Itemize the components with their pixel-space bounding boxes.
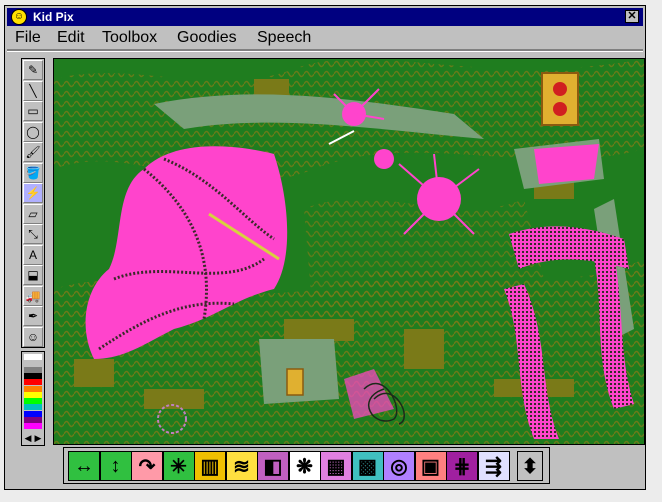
eyedropper-icon[interactable]: ✒ [23, 306, 43, 326]
menu-file[interactable]: File [15, 28, 41, 48]
eraser-icon[interactable]: ▱ [23, 203, 43, 224]
menu-separator [7, 49, 643, 52]
color-swatch[interactable] [24, 366, 42, 373]
menu-goodies[interactable]: Goodies [177, 28, 237, 48]
oval-icon[interactable]: ◯ [23, 121, 43, 142]
color-swatch[interactable] [24, 391, 42, 398]
alphabet-icon[interactable]: A [23, 244, 43, 265]
color-swatch[interactable] [24, 385, 42, 392]
spider-web-option[interactable]: ✳ [162, 451, 195, 481]
menu-toolbox[interactable]: Toolbox [102, 28, 157, 48]
pattern-option[interactable]: ◎ [383, 451, 415, 481]
close-button[interactable]: ✕ [625, 10, 639, 23]
rubber-stamp-icon[interactable]: ⬓ [23, 265, 43, 285]
color-swatch[interactable] [24, 404, 42, 411]
wacky-brush-icon[interactable]: 🖌 [23, 142, 43, 162]
color-swatch[interactable] [24, 360, 42, 367]
wacky-pencil-icon[interactable]: ✎ [23, 60, 43, 80]
kid-pix-app-icon[interactable]: ☺ [11, 9, 27, 25]
tool-options-bar: ↔ ↕ ↷ ✳ ▥ ≋ ◧ ❋ ▦ ▩ ◎ ▣ ⋕ ⇶ ⬍ [63, 447, 550, 484]
canvas-artwork [54, 59, 644, 444]
color-swatch[interactable] [24, 398, 42, 405]
flip-vertical-option[interactable]: ↕ [99, 451, 132, 481]
moving-van-icon[interactable]: ⤡ [23, 224, 43, 244]
flip-horizontal-option[interactable]: ↔ [68, 451, 100, 481]
options-scroll-button[interactable]: ⬍ [517, 451, 543, 481]
app-window: ☺ Kid Pix ✕ File Edit Toolbox Goodies Sp… [4, 5, 646, 490]
line-icon[interactable]: ╲ [23, 80, 43, 101]
face-icon[interactable]: ☺ [23, 326, 43, 347]
rotate-option[interactable]: ↷ [131, 451, 163, 481]
shapes-option[interactable]: ◧ [257, 451, 289, 481]
color-swatch[interactable] [24, 372, 42, 379]
paint-can-icon[interactable]: 🪣 [23, 162, 43, 183]
mosaic-option[interactable]: ▦ [320, 451, 352, 481]
color-swatch[interactable] [24, 379, 42, 386]
truck-icon[interactable]: 🚚 [23, 285, 43, 306]
electric-mixer-icon[interactable]: ⚡ [23, 183, 43, 203]
dashes-option[interactable]: ⇶ [477, 451, 510, 481]
menu-speech[interactable]: Speech [257, 28, 311, 48]
rectangle-icon[interactable]: ▭ [23, 101, 43, 121]
color-swatch[interactable] [24, 423, 42, 430]
color-palette: ◀ ▶ [21, 351, 45, 446]
squares-option[interactable]: ▣ [414, 451, 447, 481]
toolbox: ✎ ╲ ▭ ◯ 🖌 🪣 ⚡ ▱ ⤡ A ⬓ 🚚 ✒ ☺ [21, 58, 45, 348]
window-title: Kid Pix [33, 10, 74, 24]
color-swatch[interactable] [24, 417, 42, 423]
zigzag-option[interactable]: ⋕ [446, 451, 478, 481]
palette-prev-icon[interactable]: ◀ [23, 432, 33, 444]
drawing-canvas[interactable] [53, 58, 645, 445]
waves-option[interactable]: ≋ [225, 451, 258, 481]
menu-bar: File Edit Toolbox Goodies Speech [7, 28, 643, 48]
menu-edit[interactable]: Edit [57, 28, 85, 48]
color-swatch[interactable] [24, 354, 42, 360]
title-bar: ☺ Kid Pix ✕ [7, 8, 643, 26]
color-swatch[interactable] [24, 410, 42, 417]
texture-option[interactable]: ▩ [351, 451, 384, 481]
stripes-option[interactable]: ▥ [194, 451, 226, 481]
inkblot-option[interactable]: ❋ [288, 451, 321, 481]
palette-next-icon[interactable]: ▶ [33, 432, 43, 444]
